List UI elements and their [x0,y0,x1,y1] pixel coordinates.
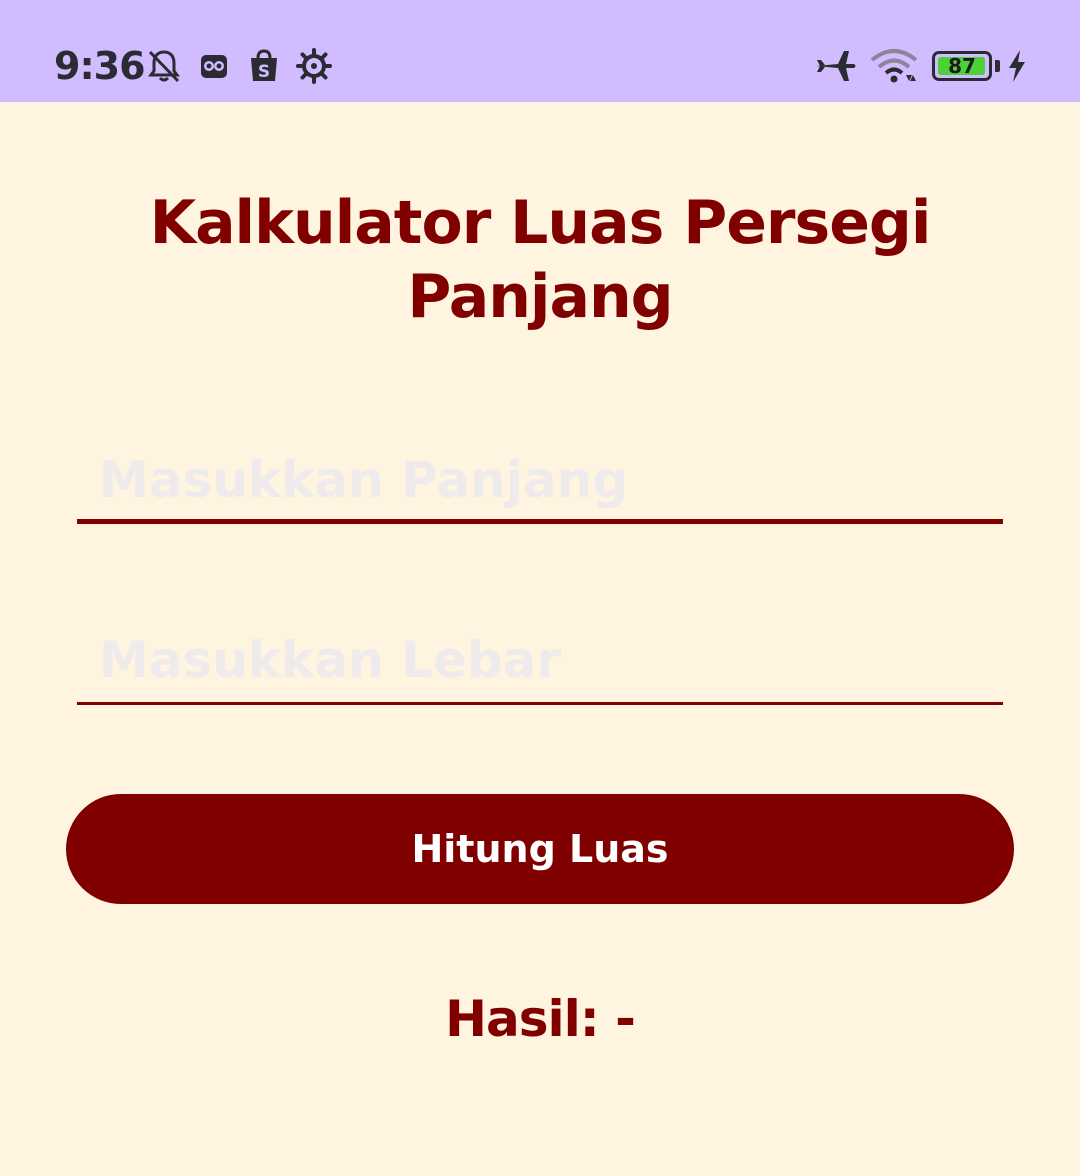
hitung-luas-button[interactable]: Hitung Luas [66,794,1014,904]
result-text: Hasil: - [445,990,636,1048]
panjang-input[interactable] [77,440,1003,524]
lebar-field[interactable] [77,618,1003,705]
airplane-icon [814,48,858,84]
settings-gear-icon [296,48,332,84]
page-title: Kalkulator Luas Persegi Panjang [149,188,932,332]
battery-level: 87 [948,54,976,78]
panjang-field[interactable] [77,440,1003,524]
bell-off-icon [146,48,182,84]
app-owl-icon [196,48,232,84]
status-time: 9:36 [54,44,146,88]
svg-text:S: S [258,62,270,82]
wifi-icon [870,48,918,84]
battery-icon: 87 [932,51,992,81]
status-bar: 9:36 S 87 [0,0,1080,102]
battery-tip [995,60,1000,72]
shopee-bag-icon: S [246,48,282,84]
charging-bolt-icon [1004,48,1030,84]
lebar-input[interactable] [77,618,1003,705]
